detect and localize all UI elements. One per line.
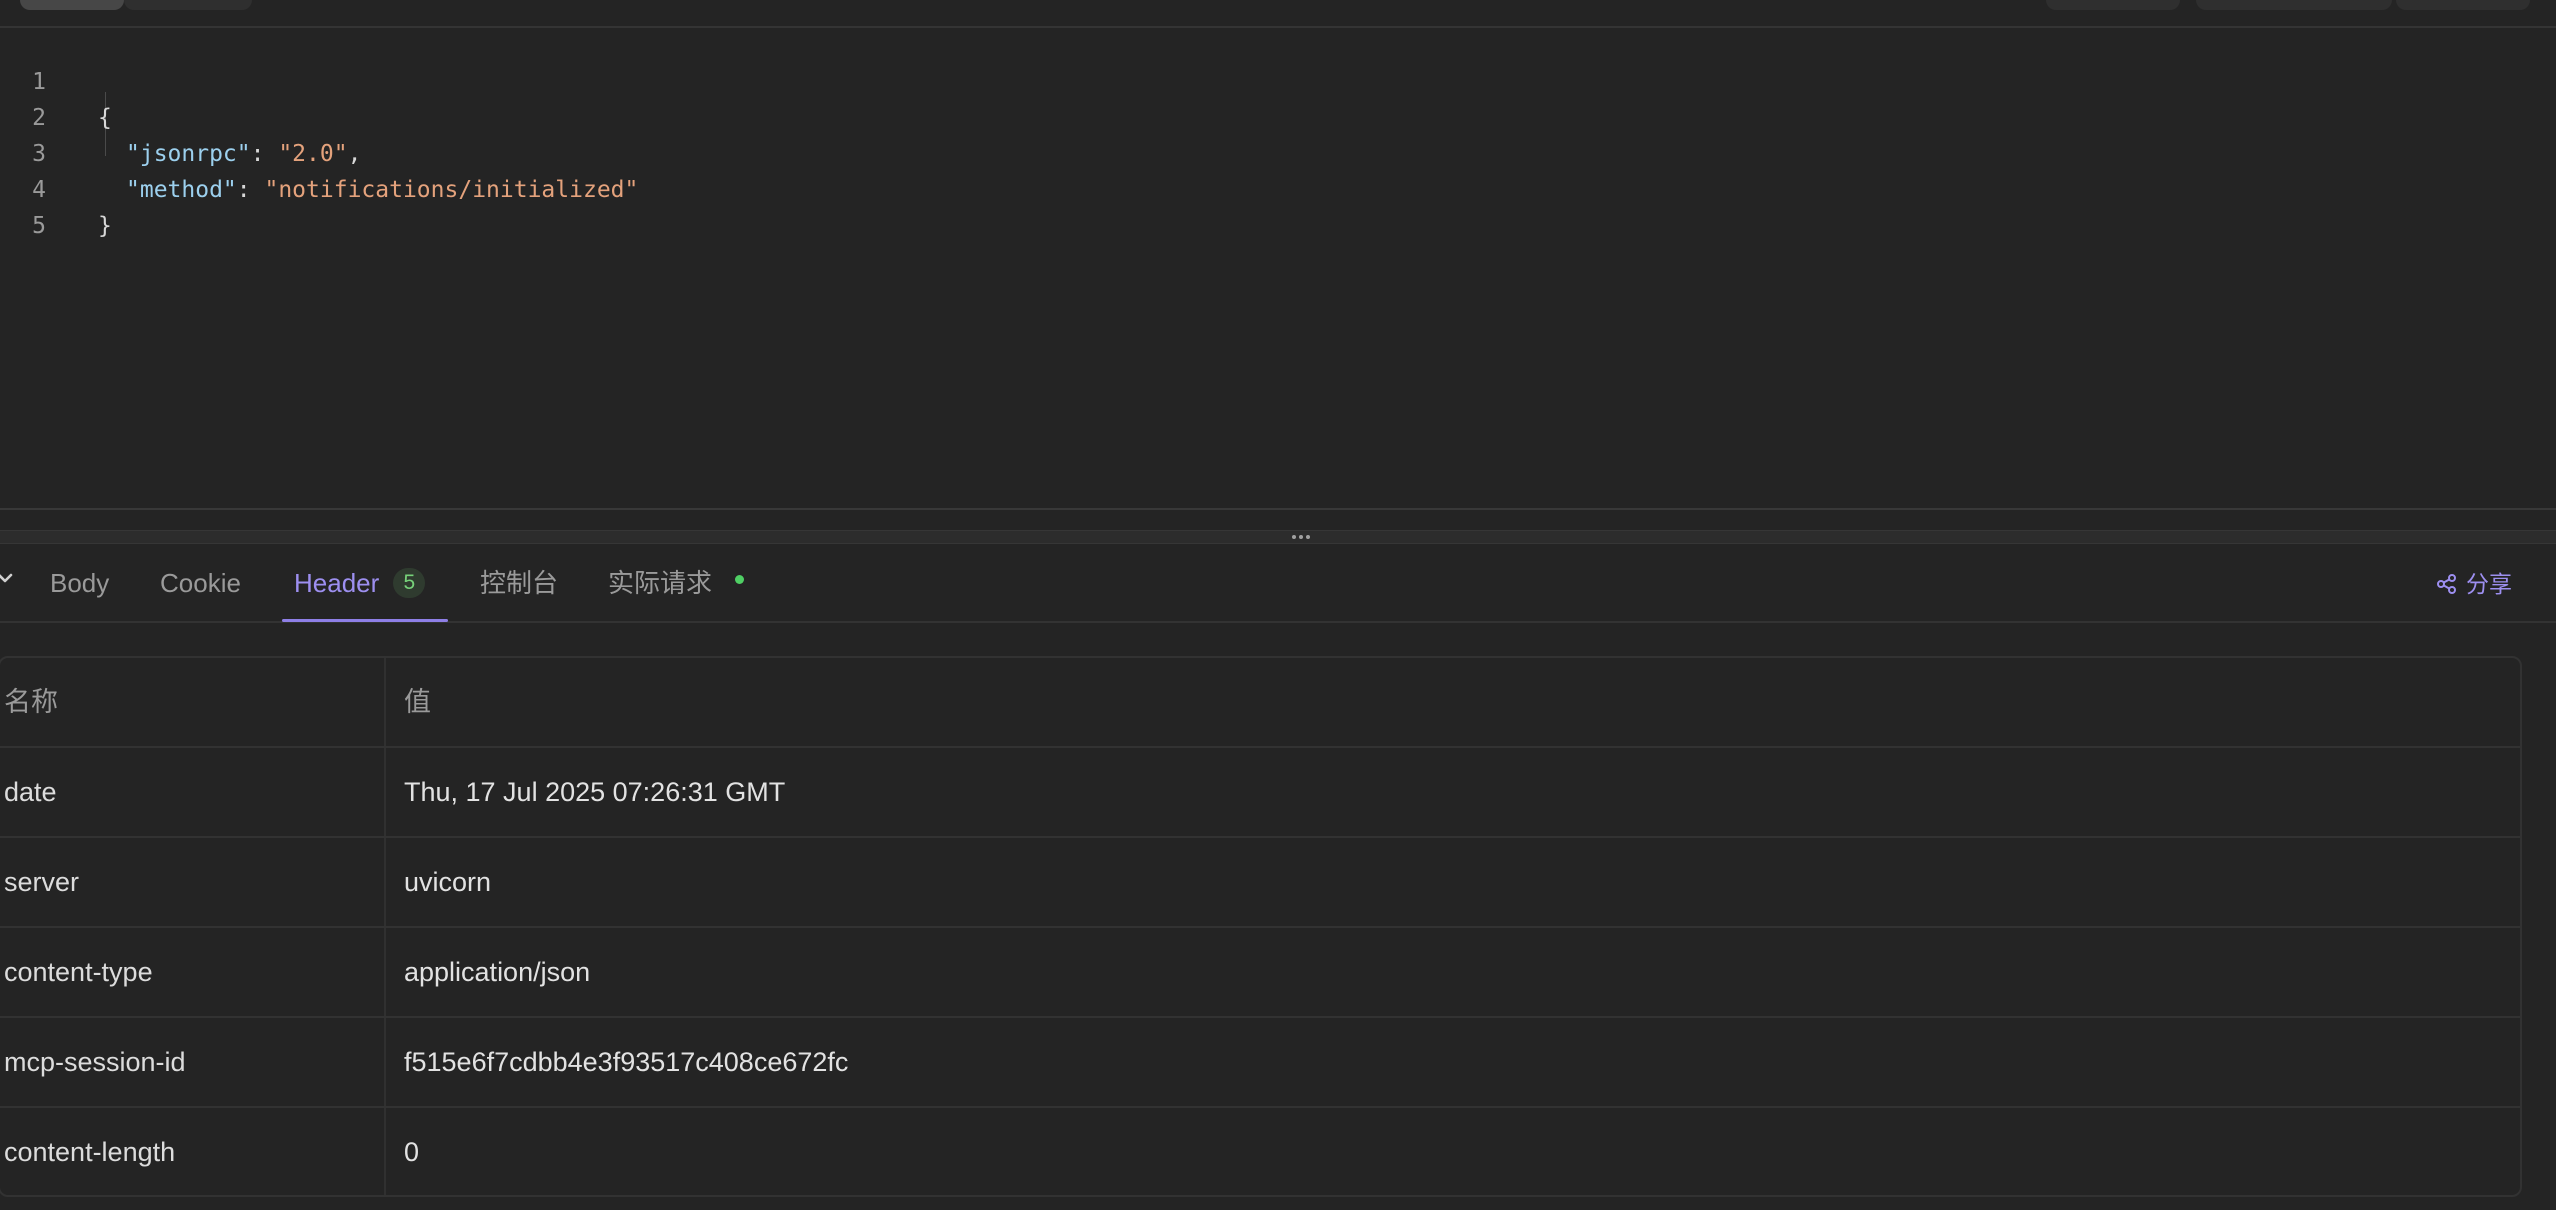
header-value-cell[interactable]: Thu, 17 Jul 2025 07:26:31 GMT — [404, 748, 785, 836]
code-line[interactable]: 3 "method": "notifications/initialized" — [0, 100, 2556, 203]
line-number: 5 — [32, 213, 46, 239]
chevron-down-icon[interactable] — [0, 569, 14, 587]
header-count-badge: 5 — [393, 568, 426, 599]
response-tabs-bar: Body Cookie Header 5 控制台 实际请求 — [0, 545, 2556, 623]
header-name-cell[interactable]: server — [4, 838, 384, 926]
code-text: } — [98, 213, 112, 239]
header-value-cell[interactable]: uvicorn — [404, 838, 491, 926]
tab-header-label: Header — [294, 568, 380, 598]
top-action-button[interactable] — [2196, 0, 2392, 10]
share-button[interactable]: 分享 — [2436, 566, 2512, 602]
header-name-cell[interactable]: content-length — [4, 1108, 384, 1195]
table-row: date Thu, 17 Jul 2025 07:26:31 GMT — [0, 748, 2520, 838]
tab-actual-request[interactable]: 实际请求 — [608, 545, 712, 621]
header-value-cell[interactable]: application/json — [404, 928, 590, 1016]
share-label: 分享 — [2466, 571, 2512, 597]
top-action-button[interactable] — [2046, 0, 2180, 10]
editor-divider — [0, 508, 2556, 510]
header-name-cell[interactable]: content-type — [4, 928, 384, 1016]
top-tab[interactable] — [124, 0, 252, 10]
top-action-button[interactable] — [2396, 0, 2530, 10]
tab-cookie[interactable]: Cookie — [160, 545, 241, 621]
top-tab-active[interactable] — [20, 0, 124, 10]
header-value-cell[interactable]: 0 — [404, 1108, 419, 1195]
code-line[interactable]: 4 } — [0, 136, 2556, 239]
table-row: content-length 0 — [0, 1108, 2520, 1195]
header-name-cell[interactable]: mcp-session-id — [4, 1018, 384, 1106]
tab-header[interactable]: Header 5 — [294, 545, 426, 621]
code-line[interactable]: 1 { — [0, 28, 2556, 131]
table-row: mcp-session-id f515e6f7cdbb4e3f93517c408… — [0, 1018, 2520, 1108]
drag-handle-icon[interactable] — [1292, 535, 1314, 541]
column-header-value: 值 — [404, 687, 431, 717]
header-name-cell[interactable]: date — [4, 748, 384, 836]
header-value-cell[interactable]: f515e6f7cdbb4e3f93517c408ce672fc — [404, 1018, 848, 1106]
status-dot-icon — [735, 575, 744, 584]
table-row: content-type application/json — [0, 928, 2520, 1018]
table-header-row: 名称 值 — [0, 658, 2520, 748]
active-tab-indicator — [282, 619, 448, 622]
response-headers-table: 名称 值 date Thu, 17 Jul 2025 07:26:31 GMT … — [0, 656, 2522, 1197]
code-line[interactable]: 5 — [0, 172, 2556, 239]
column-header-name: 名称 — [4, 687, 58, 717]
top-toolbar-strip — [0, 0, 2556, 28]
share-icon — [2437, 573, 2456, 594]
request-body-editor[interactable]: 1 { 2 "jsonrpc": "2.0", 3 "method": "not… — [0, 28, 2556, 510]
panel-resize-splitter[interactable] — [0, 530, 2556, 544]
table-row: server uvicorn — [0, 838, 2520, 928]
tab-console[interactable]: 控制台 — [480, 545, 558, 621]
code-line[interactable]: 2 "jsonrpc": "2.0", — [0, 64, 2556, 167]
tab-body[interactable]: Body — [50, 545, 109, 621]
